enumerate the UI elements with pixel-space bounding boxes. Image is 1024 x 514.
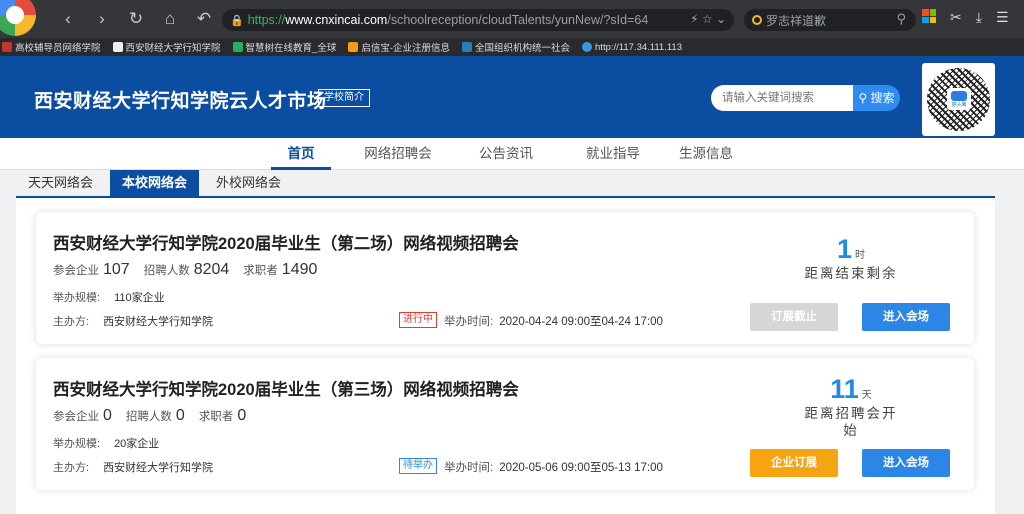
qr-code: 猫头鹰 [922, 63, 995, 136]
search-icon: ⚲ [858, 91, 868, 105]
countdown-label: 距离结束剩余 [804, 266, 898, 281]
tab-school-fairs[interactable]: 本校网络会 [110, 170, 200, 196]
seekers-count: 1490 [281, 261, 318, 278]
browser-toolbar: ‹ › ↻ ⌂ ↶ ☆ 🔒 https:// www.cnxincai.com … [0, 0, 1024, 38]
bookmark-item[interactable]: 西安财经大学行知学院 [112, 40, 221, 54]
bookmark-favicon-icon [232, 42, 243, 52]
status-badge: 待举办 [399, 458, 437, 474]
url-host: www.cnxincai.com [285, 13, 388, 27]
companies-count: 107 [103, 261, 130, 278]
countdown-unit: 时 [855, 250, 866, 261]
site-header: 西安财经大学行知学院云人才市场 学校简介 ⚲ 搜索 猫头鹰 [0, 56, 1024, 138]
browser-search-text: 罗志祥道歉 [766, 13, 827, 28]
fair-scale: 举办规模: 20家企业 [53, 438, 160, 450]
companies-label: 参会企业 [53, 265, 99, 277]
bookmark-favicon-icon [348, 42, 359, 52]
bookmark-item[interactable]: http://117.34.111.113 [582, 42, 682, 53]
companies-count: 0 [103, 407, 112, 424]
undo-icon[interactable]: ↶ [194, 8, 214, 30]
back-icon[interactable]: ‹ [58, 8, 78, 30]
fair-title[interactable]: 西安财经大学行知学院2020届毕业生（第三场）网络视频招聘会 [53, 376, 519, 400]
status-badge: 进行中 [399, 312, 437, 328]
fair-scale: 举办规模: 110家企业 [53, 292, 165, 304]
enter-venue-button[interactable]: 进入会场 [862, 303, 950, 331]
menu-icon[interactable]: ☰ [996, 9, 1009, 26]
globe-icon [582, 42, 593, 52]
bookmark-favicon-icon [2, 42, 12, 52]
browser-search-box[interactable]: 罗志祥道歉 ⚲ [744, 9, 916, 31]
address-bar[interactable]: 🔒 https:// www.cnxincai.com /schoolrecep… [222, 9, 734, 31]
nav-home[interactable]: 首页 [271, 138, 331, 170]
companies-label: 参会企业 [53, 411, 99, 423]
nav-online-fairs[interactable]: 网络招聘会 [358, 138, 438, 170]
scissors-icon[interactable]: ✂ [950, 9, 962, 26]
apps-icon[interactable] [922, 9, 936, 23]
countdown: 1时 距离结束剩余 [786, 234, 916, 282]
nav-student-info[interactable]: 生源信息 [658, 138, 754, 170]
browser-logo-icon[interactable] [0, 0, 36, 36]
search-button[interactable]: ⚲ 搜索 [853, 85, 900, 111]
booking-closed-button[interactable]: 订展截止 [750, 303, 838, 331]
qr-code-pattern: 猫头鹰 [927, 68, 990, 131]
tab-daily-fairs[interactable]: 天天网络会 [16, 170, 105, 196]
search-engine-icon [752, 15, 762, 25]
seekers-label: 求职者 [198, 411, 234, 423]
nav-career-guidance[interactable]: 就业指导 [578, 138, 648, 170]
keyword-search-input[interactable] [711, 85, 853, 111]
home-icon[interactable]: ⌂ [160, 8, 180, 30]
seekers-label: 求职者 [243, 265, 278, 277]
fair-card: 西安财经大学行知学院2020届毕业生（第三场）网络视频招聘会 参会企业 0 招聘… [36, 358, 974, 490]
bookmark-item[interactable]: 全国组织机构统一社会 [462, 40, 570, 54]
fair-type-tabs: 天天网络会 本校网络会 外校网络会 [16, 170, 995, 198]
enter-venue-button[interactable]: 进入会场 [862, 449, 950, 477]
bookmark-page-icon [112, 42, 123, 52]
fair-list: 西安财经大学行知学院2020届毕业生（第二场）网络视频招聘会 参会企业 107 … [16, 198, 995, 514]
download-icon[interactable]: ⤓ [976, 9, 982, 26]
fair-stats: 参会企业 107 招聘人数 8204 求职者 1490 [53, 261, 331, 279]
bookmarks-bar: 高校辅导员网络学院 西安财经大学行知学院 智慧树在线教育_全球 启信宝-企业注册… [0, 38, 1024, 56]
positions-count: 8204 [193, 261, 230, 278]
browser-nav-buttons: ‹ › ↻ ⌂ ↶ ☆ [58, 8, 248, 30]
company-booking-button[interactable]: 企业订展 [750, 449, 838, 477]
fair-time: 举办时间: 2020-05-06 09:00至05-13 17:00 [444, 462, 663, 474]
fair-card: 西安财经大学行知学院2020届毕业生（第二场）网络视频招聘会 参会企业 107 … [36, 212, 974, 344]
url-tools-icon[interactable]: ⚡ ☆ ⌄ [690, 12, 726, 26]
main-nav: 首页 网络招聘会 公告资讯 就业指导 生源信息 [0, 138, 1024, 170]
positions-label: 招聘人数 [125, 411, 172, 423]
lock-icon: 🔒 [230, 14, 244, 27]
seekers-count: 0 [237, 407, 247, 424]
bookmark-item[interactable]: 智慧树在线教育_全球 [232, 40, 336, 54]
fair-time: 举办时间: 2020-04-24 09:00至04-24 17:00 [444, 316, 663, 328]
bookmark-favicon-icon [462, 42, 472, 52]
fair-organizer: 主办方: 西安财经大学行知学院 [53, 316, 214, 328]
school-intro-button[interactable]: 学校简介 [318, 89, 370, 107]
nav-announcements[interactable]: 公告资讯 [471, 138, 541, 170]
fair-title[interactable]: 西安财经大学行知学院2020届毕业生（第二场）网络视频招聘会 [53, 230, 519, 254]
countdown-label: 距离招聘会开始 [804, 406, 898, 438]
site-title[interactable]: 西安财经大学行知学院云人才市场 [34, 86, 327, 113]
search-icon[interactable]: ⚲ [896, 11, 906, 27]
forward-icon[interactable]: › [92, 8, 112, 30]
reload-icon[interactable]: ↻ [126, 8, 146, 30]
bookmark-item[interactable]: 高校辅导员网络学院 [2, 40, 101, 54]
url-protocol: https:// [247, 13, 286, 27]
countdown-unit: 天 [861, 390, 872, 401]
owl-logo-icon: 猫头鹰 [947, 88, 971, 110]
countdown-number: 11 [830, 374, 859, 404]
fair-stats: 参会企业 0 招聘人数 0 求职者 0 [53, 407, 260, 425]
tab-external-fairs[interactable]: 外校网络会 [204, 170, 293, 196]
url-path: /schoolreception/cloudTalents/yunNew/?sI… [387, 13, 649, 27]
countdown-number: 1 [836, 234, 853, 264]
browser-right-tools: ✂ ⤓ ☰ [922, 9, 1009, 26]
bookmark-item[interactable]: 启信宝-企业注册信息 [348, 40, 450, 54]
countdown: 11 天 距离招聘会开始 [786, 374, 916, 439]
positions-label: 招聘人数 [143, 265, 190, 277]
fair-organizer: 主办方: 西安财经大学行知学院 [53, 462, 214, 474]
positions-count: 0 [175, 407, 185, 424]
